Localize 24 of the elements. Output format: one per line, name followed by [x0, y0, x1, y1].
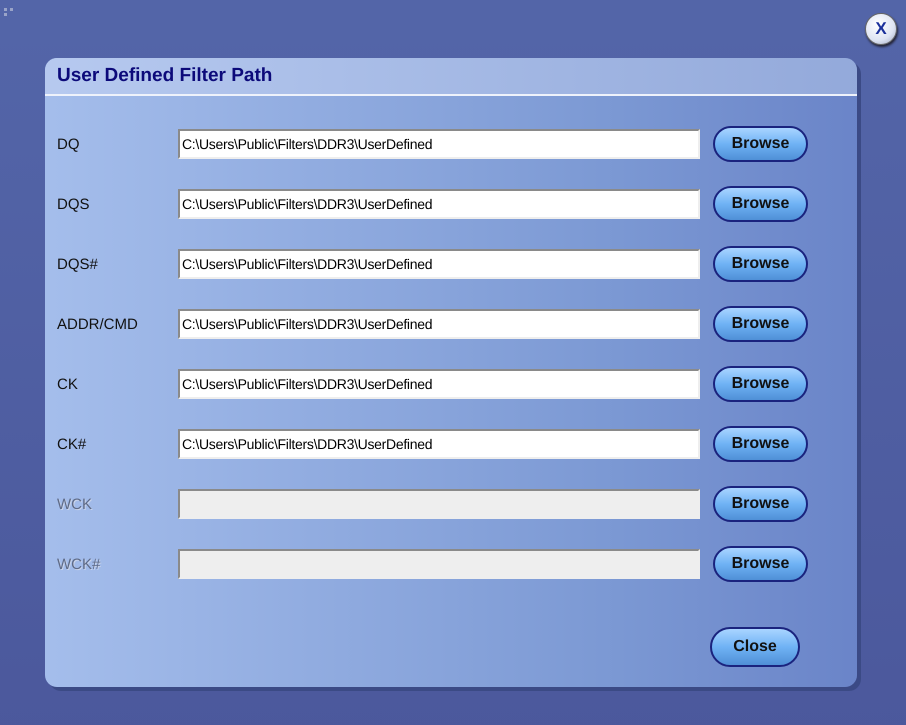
browse-button[interactable]: Browse — [713, 426, 808, 462]
field-label: DQS — [57, 196, 91, 212]
field-label: DQS# — [57, 256, 99, 272]
field-label: ADDR/CMD — [57, 316, 139, 332]
field-label: CK — [57, 376, 79, 392]
path-field[interactable]: C:\Users\Public\Filters\DDR3\UserDefined — [178, 129, 700, 159]
field-label: DQ — [57, 136, 80, 152]
path-field[interactable]: C:\Users\Public\Filters\DDR3\UserDefined — [178, 429, 700, 459]
dialog-title: User Defined Filter Path — [57, 65, 272, 87]
browse-button[interactable]: Browse — [713, 246, 808, 282]
close-button[interactable]: X — [865, 13, 897, 45]
browse-button[interactable]: Browse — [713, 366, 808, 402]
field-label: CK# — [57, 436, 88, 452]
grip-icon — [4, 8, 15, 17]
close-button[interactable]: Close — [710, 627, 800, 667]
browse-button[interactable]: Browse — [713, 306, 808, 342]
field-label: WCK# — [57, 556, 102, 572]
path-field[interactable]: C:\Users\Public\Filters\DDR3\UserDefined — [178, 309, 700, 339]
path-field[interactable]: C:\Users\Public\Filters\DDR3\UserDefined — [178, 189, 700, 219]
path-field[interactable]: C:\Users\Public\Filters\DDR3\UserDefined — [178, 369, 700, 399]
browse-button[interactable]: Browse — [713, 186, 808, 222]
browse-button[interactable]: Browse — [713, 126, 808, 162]
field-label: WCK — [57, 496, 93, 512]
path-field[interactable]: C:\Users\Public\Filters\DDR3\UserDefined — [178, 249, 700, 279]
